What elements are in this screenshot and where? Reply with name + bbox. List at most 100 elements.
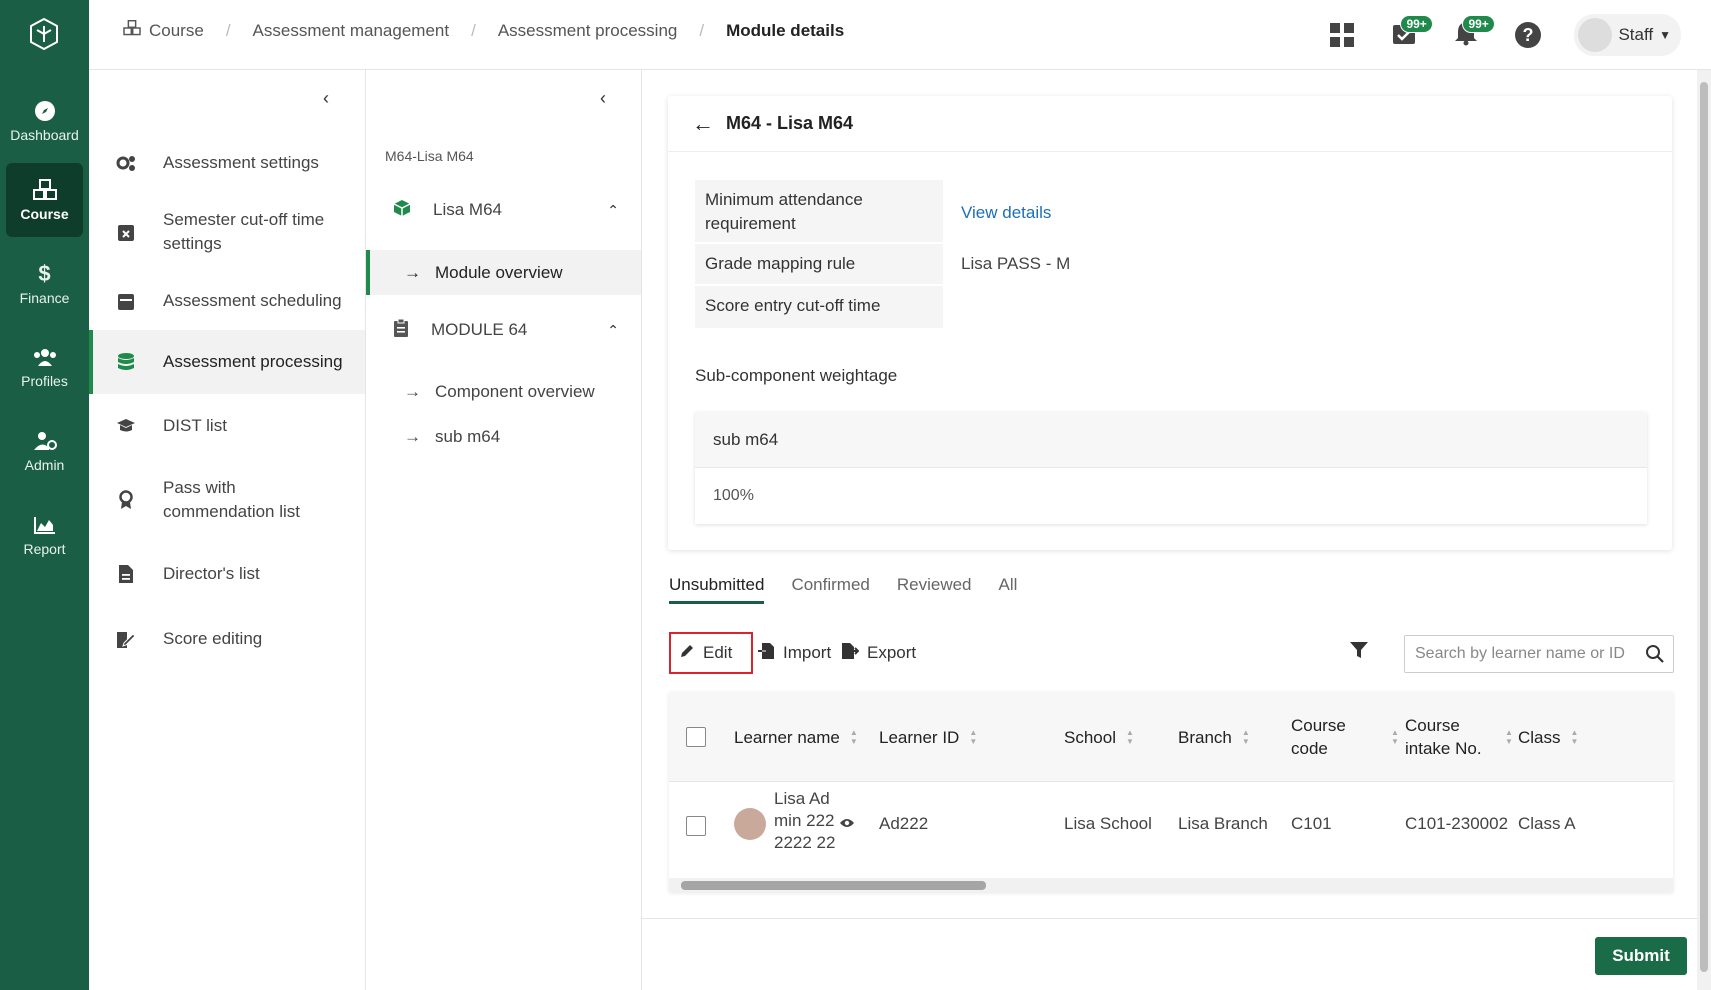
tree-label: MODULE 64 [431, 320, 528, 339]
dollar-icon: $ [38, 261, 51, 286]
nav-label: Assessment processing [163, 352, 343, 371]
col-course-intake[interactable]: Course intake No. ▲ ▼ [1405, 692, 1525, 782]
nav-pass-commendation[interactable]: Pass with commendation list [89, 458, 365, 542]
label-attendance: Minimum attendance requirement [695, 180, 943, 242]
scrollbar-thumb[interactable] [681, 881, 986, 890]
help-icon[interactable]: ? [1512, 19, 1544, 51]
edit-button[interactable]: Edit [669, 632, 753, 674]
breadcrumb-course[interactable]: Course [149, 21, 204, 41]
tab-reviewed[interactable]: Reviewed [897, 575, 972, 604]
tree-component-module-64[interactable]: MODULE 64 ⌃ [366, 300, 641, 360]
nav-directors-list[interactable]: Director's list [89, 542, 365, 606]
breadcrumb-separator: / [699, 20, 705, 40]
cell-school: Lisa School [1064, 814, 1152, 833]
compass-icon [33, 99, 57, 123]
search-icon[interactable] [1645, 644, 1665, 669]
col-label: School [1064, 727, 1116, 747]
notifications-badge: 99+ [1462, 15, 1495, 33]
rail-item-report[interactable]: Report [6, 498, 83, 572]
tab-confirmed[interactable]: Confirmed [791, 575, 869, 604]
col-class[interactable]: Class ▲ ▼ [1518, 692, 1578, 782]
chevron-up-icon[interactable]: ⌃ [607, 202, 619, 219]
tree-sub-m64[interactable]: → sub m64 [366, 415, 641, 459]
nav-dist-list[interactable]: DIST list [89, 394, 365, 458]
file-text-icon [115, 564, 137, 584]
back-arrow-icon[interactable]: ← [692, 111, 714, 137]
import-button[interactable]: Import [757, 632, 831, 674]
nav-score-editing[interactable]: Score editing [89, 606, 365, 672]
view-details-link[interactable]: View details [961, 203, 1051, 223]
left-rail: Dashboard Course $ Finance Profiles Admi… [0, 0, 89, 990]
col-course-code[interactable]: Course code ▲ ▼ [1291, 692, 1401, 782]
export-label: Export [867, 643, 917, 662]
database-icon [115, 352, 137, 372]
breadcrumb-assessment-processing[interactable]: Assessment processing [498, 21, 678, 41]
arrow-right-icon: → [404, 262, 421, 282]
sort-icon: ▲ ▼ [1570, 728, 1579, 746]
vertical-scrollbar[interactable] [1697, 70, 1711, 990]
module-title: M64 - Lisa M64 [726, 113, 854, 133]
nav-assessment-settings[interactable]: Assessment settings [89, 134, 365, 192]
rail-item-label: Profiles [21, 373, 68, 389]
module-details-main: ← M64 - Lisa M64 Minimum attendance requ… [642, 70, 1697, 990]
tree-module-overview[interactable]: → Module overview [366, 250, 641, 295]
scrollbar-thumb[interactable] [1700, 82, 1708, 972]
col-branch[interactable]: Branch ▲ ▼ [1178, 692, 1250, 782]
label-cutoff: Score entry cut-off time [695, 286, 943, 328]
apps-grid-icon[interactable] [1326, 19, 1358, 51]
notifications-button[interactable]: 99+ [1450, 15, 1495, 51]
cell-learner-name[interactable]: Lisa Admin 2222222 22 [774, 788, 836, 854]
rail-item-admin[interactable]: Admin [6, 414, 83, 488]
submit-button[interactable]: Submit [1595, 937, 1687, 975]
rail-item-label: Dashboard [10, 127, 79, 143]
row-checkbox[interactable] [686, 816, 706, 836]
tree-label: Component overview [435, 382, 595, 401]
col-learner-name[interactable]: Learner name ▲ ▼ [734, 692, 858, 782]
nav-assessment-scheduling[interactable]: Assessment scheduling [89, 272, 365, 330]
users-icon [33, 345, 57, 369]
horizontal-scrollbar[interactable] [669, 878, 1673, 892]
collapse-panel-icon[interactable]: ‹ [593, 88, 613, 108]
tree-component-overview[interactable]: → Component overview [366, 370, 641, 414]
tree-label: Lisa M64 [433, 200, 502, 219]
footer-bar: Submit [642, 918, 1697, 990]
col-learner-id[interactable]: Learner ID ▲ ▼ [879, 692, 977, 782]
collapse-panel-icon[interactable]: ‹ [316, 88, 336, 108]
chevron-up-icon[interactable]: ⌃ [607, 322, 619, 339]
col-label: Learner name [734, 727, 840, 747]
tab-unsubmitted[interactable]: Unsubmitted [669, 575, 765, 604]
arrow-right-icon: → [404, 382, 421, 401]
table-header: Learner name ▲ ▼ Learner ID ▲ ▼ School ▲ ▼ Bra… [669, 692, 1673, 782]
user-name: Staff [1618, 25, 1654, 44]
rail-item-dashboard[interactable]: Dashboard [6, 84, 83, 158]
nav-label: Director's list [163, 564, 260, 583]
filter-icon[interactable] [1349, 640, 1369, 665]
eye-icon[interactable] [839, 814, 855, 834]
breadcrumb-module-details: Module details [726, 20, 845, 40]
tree-module-lisa-m64[interactable]: Lisa M64 ⌃ [366, 178, 641, 242]
rail-item-course[interactable]: Course [6, 163, 83, 237]
cube-icon [393, 199, 411, 222]
graduation-cap-icon [115, 418, 137, 434]
tasks-button[interactable]: 99+ [1388, 15, 1433, 51]
export-button[interactable]: Export [841, 632, 916, 674]
breadcrumb-separator: / [225, 20, 231, 40]
nav-semester-cutoff[interactable]: Semester cut-off time settings [89, 192, 365, 272]
rail-item-finance[interactable]: $ Finance [6, 247, 83, 321]
sub-component-name: sub m64 [695, 412, 1647, 468]
import-label: Import [783, 643, 832, 662]
clipboard-icon [393, 318, 409, 343]
tab-all[interactable]: All [999, 575, 1018, 604]
select-all-checkbox[interactable] [686, 727, 706, 747]
breadcrumb-separator: / [471, 20, 476, 40]
app-logo-icon[interactable] [26, 16, 62, 52]
file-edit-icon [115, 629, 137, 649]
col-school[interactable]: School ▲ ▼ [1064, 692, 1134, 782]
search-input[interactable]: Search by learner name or ID [1404, 635, 1674, 673]
breadcrumb-assessment-management[interactable]: Assessment management [253, 21, 450, 41]
cell-learner-id: Ad222 [879, 814, 929, 833]
rail-item-profiles[interactable]: Profiles [6, 330, 83, 404]
user-menu[interactable]: Staff ▼ [1574, 14, 1681, 56]
cubes-icon [32, 178, 57, 202]
nav-assessment-processing[interactable]: Assessment processing [89, 330, 365, 394]
